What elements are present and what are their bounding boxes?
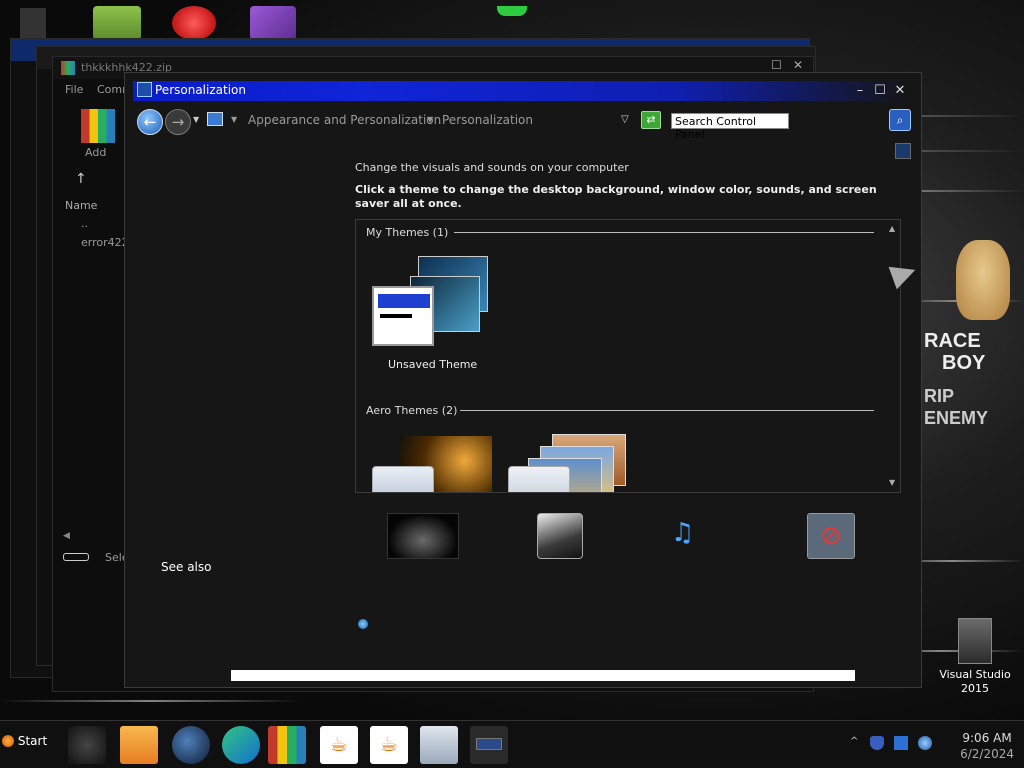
window-color-icon[interactable] bbox=[537, 513, 583, 559]
archive-close-button[interactable]: ✕ bbox=[793, 58, 803, 72]
poster-text-1: RACE bbox=[924, 330, 981, 352]
key-icon bbox=[63, 553, 89, 561]
taskbar-media-player-icon[interactable] bbox=[120, 726, 158, 764]
tray-network-icon[interactable] bbox=[918, 736, 932, 750]
theme-name: Unsaved Theme bbox=[388, 358, 478, 371]
group-aero-themes: Aero Themes (2) bbox=[366, 404, 458, 417]
taskbar-calculator-icon[interactable] bbox=[420, 726, 458, 764]
breadcrumb-arrow-icon[interactable]: ▼ bbox=[427, 115, 433, 124]
breadcrumb-arrow-icon[interactable]: ▼ bbox=[231, 115, 237, 124]
window-titlebar[interactable]: Personalization – ☐ ✕ bbox=[125, 73, 921, 109]
group-divider bbox=[454, 232, 874, 233]
screen-saver-icon[interactable]: ⊘ bbox=[807, 513, 855, 559]
archive-minimize-button[interactable]: ☐ bbox=[771, 58, 782, 72]
clock-time: 9:06 AM bbox=[962, 731, 1012, 745]
taskbar-control-panel-icon[interactable] bbox=[470, 726, 508, 764]
green-indicator-icon bbox=[497, 6, 527, 16]
taskbar-edge-icon[interactable] bbox=[222, 726, 260, 764]
desktop-streak bbox=[0, 700, 300, 702]
history-dropdown-icon[interactable]: ▼ bbox=[193, 115, 199, 124]
add-archive-icon[interactable] bbox=[81, 109, 115, 143]
address-bar: ← → ▼ ▼ Appearance and Personalization ▼… bbox=[125, 107, 921, 141]
taskbar-clock[interactable]: 9:06 AM 6/2/2024 bbox=[960, 730, 1014, 762]
group-my-themes: My Themes (1) bbox=[366, 226, 449, 239]
breadcrumb-personalization[interactable]: Personalization bbox=[442, 113, 533, 127]
poster-text-3: RIP bbox=[924, 386, 955, 406]
close-button[interactable]: ✕ bbox=[891, 82, 909, 100]
file-row-error422[interactable]: error422 bbox=[81, 236, 129, 249]
tray-display-icon[interactable] bbox=[894, 736, 908, 750]
desktop-icon-label: Visual Studio 2015 bbox=[939, 668, 1011, 695]
white-progress-strip bbox=[231, 670, 855, 681]
control-panel-small-icon bbox=[207, 112, 223, 126]
theme-aero-1[interactable] bbox=[370, 432, 500, 492]
titlebar-strip bbox=[133, 81, 911, 101]
theme-color-swatch bbox=[372, 286, 434, 346]
search-icon[interactable]: ⌕ bbox=[889, 109, 911, 131]
taskbar: Start ☕ ☕ ^ 9:06 AM 6/2/2024 bbox=[0, 720, 1024, 768]
back-icon[interactable]: ← bbox=[137, 109, 163, 135]
personalization-window[interactable]: Personalization – ☐ ✕ ← → ▼ ▼ Appearance… bbox=[124, 72, 922, 688]
help-icon[interactable] bbox=[895, 143, 911, 159]
sounds-icon[interactable]: ♫ bbox=[671, 513, 719, 559]
swatch-line bbox=[380, 314, 412, 318]
desktop-icon-visual-studio[interactable] bbox=[250, 6, 296, 40]
taskbar-java-icon-2[interactable]: ☕ bbox=[370, 726, 408, 764]
taskbar-app-cube-icon[interactable] bbox=[68, 726, 106, 764]
address-dropdown-icon[interactable]: ▽ bbox=[621, 114, 629, 125]
archive-app-icon bbox=[61, 61, 75, 75]
window-title: Personalization bbox=[155, 83, 246, 97]
poster-text-4: ENEMY bbox=[924, 408, 989, 428]
forward-icon[interactable]: → bbox=[165, 109, 191, 135]
page-subheading: Click a theme to change the desktop back… bbox=[355, 183, 877, 210]
minimize-button[interactable]: – bbox=[851, 82, 869, 100]
scroll-up-icon[interactable]: ▲ bbox=[889, 224, 895, 233]
scroll-down-icon[interactable]: ▼ bbox=[889, 478, 895, 487]
taskbar-winrar-icon[interactable] bbox=[268, 726, 306, 764]
start-button[interactable]: Start bbox=[2, 734, 54, 756]
add-button-label[interactable]: Add bbox=[85, 146, 106, 159]
maximize-button[interactable]: ☐ bbox=[871, 82, 889, 100]
desktop-icon-visual-studio-2015[interactable]: Visual Studio 2015 bbox=[935, 618, 1015, 702]
file-row-parent[interactable]: .. bbox=[81, 217, 88, 230]
control-panel-icon bbox=[137, 82, 152, 97]
group-divider bbox=[460, 410, 874, 411]
tray-shield-icon[interactable] bbox=[870, 736, 884, 750]
page-heading: Change the visuals and sounds on your co… bbox=[355, 161, 629, 174]
column-name-header[interactable]: Name bbox=[65, 199, 97, 212]
theme-aero-2[interactable] bbox=[506, 432, 636, 492]
aero-swatch bbox=[372, 466, 434, 492]
clock-date: 6/2/2024 bbox=[960, 747, 1014, 761]
desktop-icon-gopher[interactable] bbox=[93, 6, 141, 40]
taskbar-globe-icon[interactable] bbox=[172, 726, 210, 764]
tray-overflow-icon[interactable]: ^ bbox=[850, 736, 864, 750]
desktop-poster: RACE BOY RIP ENEMY bbox=[920, 240, 1024, 440]
scroll-left-arrow[interactable]: ◀ bbox=[63, 531, 70, 541]
desktop-background-icon[interactable] bbox=[387, 513, 459, 559]
breadcrumb-appearance[interactable]: Appearance and Personalization bbox=[248, 113, 441, 127]
theme-unsaved[interactable]: Unsaved Theme bbox=[370, 254, 500, 371]
visual-studio-icon bbox=[958, 618, 992, 664]
ease-of-access-icon[interactable] bbox=[358, 619, 368, 629]
taskbar-java-icon[interactable]: ☕ bbox=[320, 726, 358, 764]
up-arrow-icon[interactable]: ↑ bbox=[75, 171, 87, 187]
start-label: Start bbox=[17, 734, 48, 748]
swatch-bar bbox=[378, 294, 430, 308]
search-input[interactable]: Search Control Panel bbox=[671, 113, 789, 141]
themes-scrollbar[interactable]: ▲ ▼ bbox=[886, 220, 900, 492]
aero-swatch bbox=[508, 466, 570, 492]
menu-file[interactable]: File bbox=[65, 83, 83, 96]
see-also-heading: See also bbox=[161, 560, 212, 574]
windows-orb-icon bbox=[2, 735, 14, 747]
refresh-icon[interactable]: ⇄ bbox=[641, 111, 661, 129]
control-panel-taskbar-glyph bbox=[476, 738, 502, 750]
desktop-icon-partial[interactable] bbox=[20, 8, 46, 38]
desktop-icon-pinball[interactable] bbox=[172, 6, 216, 40]
gopher-mascot-image bbox=[956, 240, 1010, 320]
themes-list[interactable]: My Themes (1) Unsaved Theme Aero Themes … bbox=[355, 219, 901, 493]
poster-text-2: BOY bbox=[942, 352, 986, 374]
